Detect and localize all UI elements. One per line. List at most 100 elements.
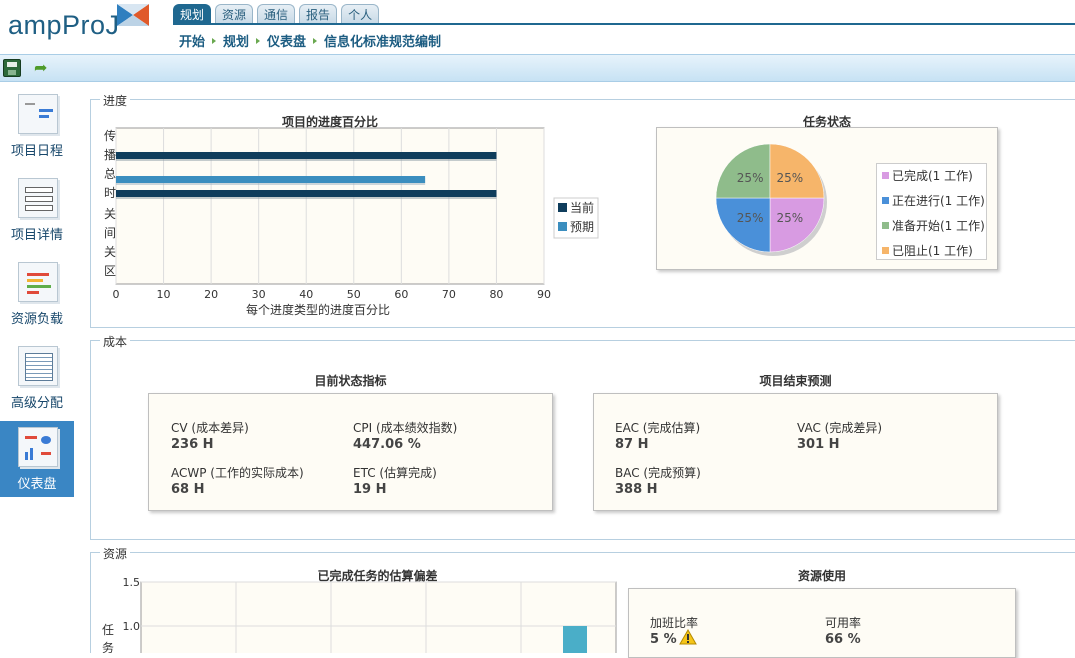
x-tick-label: 20 xyxy=(204,288,218,301)
plot-area xyxy=(115,127,545,285)
x-tick-label: 10 xyxy=(157,288,171,301)
toolbar xyxy=(0,54,1075,82)
tab-reports[interactable]: 报告 xyxy=(299,4,338,24)
legend-swatch-expected xyxy=(558,222,567,231)
dashboard-icon xyxy=(18,427,58,467)
project-details-icon xyxy=(18,178,58,218)
resource-usage-panel: 加班比率 5 % 可用率 66 % xyxy=(628,588,1016,658)
sidebar-item-label: 高级分配 xyxy=(10,396,63,411)
y-tick-label: 1.0 xyxy=(123,620,141,633)
metric-etc-label: ETC (估算完成) xyxy=(353,466,437,480)
metric-cv-value: 236 H xyxy=(171,437,214,452)
x-tick-label: 30 xyxy=(252,288,266,301)
x-tick-label: 70 xyxy=(442,288,456,301)
metric-eac-value: 87 H xyxy=(615,437,649,452)
breadcrumb-arrow-icon xyxy=(212,37,217,44)
task-status-pie-chart: 25% 25% 25% 25% xyxy=(715,143,827,256)
breadcrumb-item-dashboard[interactable]: 仪表盘 xyxy=(267,31,306,50)
tab-communication[interactable]: 通信 xyxy=(257,4,296,24)
pie-slice-label: 25% xyxy=(737,211,764,225)
metric-eac-label: EAC (完成估算) xyxy=(615,421,701,435)
forecast-panel: EAC (完成估算) 87 H VAC (完成差异) 301 H BAC (完成… xyxy=(593,393,998,511)
breadcrumb-arrow-icon xyxy=(313,37,318,44)
sidebar-item-label: 资源负载 xyxy=(10,312,63,327)
project-schedule-icon xyxy=(18,94,58,134)
sidebar-item-label: 项目详情 xyxy=(10,228,63,243)
breadcrumb: 开始 规划 仪表盘 信息化标准规范编制 xyxy=(179,31,441,50)
sidebar-item-resource-load[interactable]: 资源负载 xyxy=(0,256,74,332)
metric-bac-value: 388 H xyxy=(615,482,658,497)
bar-expected xyxy=(116,176,426,183)
metric-vac-value: 301 H xyxy=(797,437,840,452)
legend-swatch xyxy=(881,246,890,255)
tab-planning[interactable]: 规划 xyxy=(173,4,212,24)
pie-slice-label: 25% xyxy=(737,171,764,185)
legend-label-current: 当前 xyxy=(570,200,594,215)
legend-item-ready: 准备开始(1 工作) xyxy=(881,217,985,234)
breadcrumb-item-start[interactable]: 开始 xyxy=(179,31,205,50)
cost-section-title: 成本 xyxy=(100,333,131,350)
metric-etc-value: 19 H xyxy=(353,482,387,497)
breadcrumb-arrow-icon xyxy=(256,37,261,44)
progress-section-title: 进度 xyxy=(100,92,131,109)
y-category-label: 关区 xyxy=(104,245,116,278)
metric-acwp-label: ACWP (工作的实际成本) xyxy=(171,466,304,480)
x-tick-label: 50 xyxy=(347,288,361,301)
metric-acwp-value: 68 H xyxy=(171,482,205,497)
bar-current xyxy=(116,152,497,159)
sidebar-item-project-schedule[interactable]: 项目日程 xyxy=(0,88,74,164)
metric-cv-label: CV (成本差异) xyxy=(171,421,249,435)
estimate-deviation-chart: 1.5 1.0 任务 xyxy=(102,576,617,653)
legend-item-completed: 已完成(1 工作) xyxy=(881,167,973,184)
legend-swatch xyxy=(881,171,890,180)
y-category-label: 关间 xyxy=(104,207,116,240)
y-category-label: 传播 xyxy=(104,128,116,162)
pie-slice xyxy=(769,197,825,253)
sidebar-item-label: 项目日程 xyxy=(10,144,63,159)
task-status-legend: 已完成(1 工作) 正在进行(1 工作) 准备开始(1 工作) 已阻止(1 工作… xyxy=(876,163,987,260)
legend-label-expected: 预期 xyxy=(570,220,594,234)
sidebar-item-advanced-allocation[interactable]: 高级分配 xyxy=(0,340,74,416)
legend-item-blocked: 已阻止(1 工作) xyxy=(881,242,973,259)
tab-underline xyxy=(173,23,1075,25)
x-tick-label: 90 xyxy=(537,288,551,301)
metric-availability-value: 66 % xyxy=(825,632,861,647)
advanced-allocation-icon xyxy=(18,346,58,386)
current-status-panel: CV (成本差异) 236 H CPI (成本绩效指数) 447.06 % AC… xyxy=(148,393,553,511)
plot-area xyxy=(140,581,617,653)
legend-label: 已完成(1 工作) xyxy=(892,169,973,183)
resource-load-icon xyxy=(18,262,58,302)
refresh-icon[interactable]: ➦ xyxy=(34,58,47,77)
bar-current xyxy=(116,190,497,197)
metric-cpi-value: 447.06 % xyxy=(353,437,421,452)
save-icon[interactable] xyxy=(3,59,21,77)
x-tick-label: 40 xyxy=(299,288,313,301)
x-axis-label: 每个进度类型的进度百分比 xyxy=(246,302,390,317)
tab-personal[interactable]: 个人 xyxy=(341,4,380,24)
breadcrumb-item-planning[interactable]: 规划 xyxy=(223,31,249,50)
bar-estimate xyxy=(563,626,587,653)
legend-label: 准备开始(1 工作) xyxy=(892,219,985,233)
y-tick-label: 1.5 xyxy=(123,576,141,589)
tab-resources[interactable]: 资源 xyxy=(215,4,254,24)
legend-swatch xyxy=(881,221,890,230)
sidebar-item-dashboard[interactable]: 仪表盘 xyxy=(0,421,74,497)
legend-label: 已阻止(1 工作) xyxy=(892,244,973,258)
metric-availability-label: 可用率 xyxy=(825,616,862,630)
metric-bac-label: BAC (完成预算) xyxy=(615,466,701,480)
legend-swatch xyxy=(881,196,890,205)
metric-vac-label: VAC (完成差异) xyxy=(797,421,882,435)
pie-slice-label: 25% xyxy=(777,211,804,225)
warning-icon xyxy=(679,629,697,645)
app-logo: ampProJ xyxy=(8,10,120,40)
sidebar-item-project-details[interactable]: 项目详情 xyxy=(0,172,74,248)
legend-label: 正在进行(1 工作) xyxy=(892,194,985,208)
x-tick-label: 80 xyxy=(489,288,503,301)
sidebar-item-label: 仪表盘 xyxy=(17,477,57,492)
breadcrumb-item-project: 信息化标准规范编制 xyxy=(324,35,442,50)
pie-slice-label: 25% xyxy=(777,171,804,185)
x-tick-label: 0 xyxy=(113,288,120,301)
forecast-title: 项目结束预测 xyxy=(759,374,832,388)
main-tabs: 规划 资源 通信 报告 个人 xyxy=(173,4,380,24)
x-tick-label: 60 xyxy=(394,288,408,301)
